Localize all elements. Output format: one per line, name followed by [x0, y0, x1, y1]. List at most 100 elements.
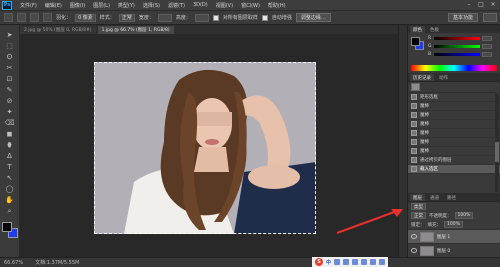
maximize-icon[interactable]: □ [477, 1, 485, 9]
zoom-tool-icon[interactable]: ⌕ [4, 207, 15, 216]
style-select[interactable]: 正常 [118, 13, 135, 22]
auto-enhance-checkbox[interactable] [261, 14, 268, 21]
lasso-tool-icon[interactable]: ʘ [4, 53, 15, 62]
history-item[interactable]: 魔棒 [408, 138, 500, 147]
height-input[interactable] [194, 13, 209, 22]
panel-foreground-swatch[interactable] [411, 37, 420, 46]
new-selection-icon[interactable] [17, 13, 26, 22]
green-slider[interactable] [434, 45, 480, 48]
red-slider[interactable] [434, 37, 480, 40]
menu-window[interactable]: 窗口(W) [241, 2, 260, 9]
tab-document-2[interactable]: 2.jpg @ 50% (图层 0, RGB/8#) [20, 26, 96, 34]
blend-mode-select[interactable]: 正常 [411, 212, 426, 219]
document-size[interactable]: 文档:1.37M/5.55M [35, 259, 79, 266]
blue-slider[interactable] [434, 53, 480, 56]
sample-all-checkbox[interactable] [212, 14, 219, 21]
layer-name: 图层 1 [437, 234, 451, 240]
eyedropper-tool-icon[interactable]: ⊡ [4, 75, 15, 84]
brush-tool-icon[interactable]: ✎ [4, 86, 15, 95]
hand-tool-icon[interactable]: ✋ [4, 196, 15, 205]
subtract-selection-icon[interactable] [43, 13, 52, 22]
menu-view[interactable]: 视图(V) [216, 2, 233, 9]
tab-history[interactable]: 历史记录 [410, 74, 434, 81]
menu-help[interactable]: 帮助(H) [268, 2, 286, 9]
color-spectrum-ramp[interactable] [411, 65, 497, 71]
width-input[interactable] [157, 13, 172, 22]
menu-layer[interactable]: 图层(L) [93, 2, 110, 9]
history-item[interactable]: 魔棒 [408, 111, 500, 120]
menu-file[interactable]: 文件(F) [20, 2, 37, 9]
history-item[interactable]: 魔棒 [408, 129, 500, 138]
history-item-active[interactable]: 载入选区 [408, 165, 500, 174]
healing-tool-icon[interactable]: ⊘ [4, 97, 15, 106]
history-scroll-thumb[interactable] [495, 142, 499, 162]
eye-icon[interactable] [411, 234, 417, 239]
feather-input[interactable]: 0 像素 [75, 13, 96, 22]
fill-input[interactable]: 100% [444, 221, 463, 228]
history-item[interactable]: 魔棒 [408, 120, 500, 129]
history-item[interactable]: 魔棒 [408, 102, 500, 111]
history-snapshot[interactable] [408, 82, 500, 93]
ime-language[interactable]: 中 [326, 259, 331, 266]
tab-document-1[interactable]: 1.jpg @ 66.7% (图层 1, RGB/8) [97, 26, 174, 34]
punctuation-icon[interactable] [334, 259, 341, 265]
eye-icon[interactable] [411, 248, 417, 253]
tab-layers[interactable]: 图层 [410, 194, 425, 201]
opacity-label: 不透明度： [429, 213, 452, 219]
status-bar: 66.67% 文档:1.37M/5.55M [0, 257, 500, 267]
tool-preset-icon[interactable] [4, 13, 13, 22]
tools-icon[interactable] [379, 259, 386, 265]
history-item[interactable]: 通过拷贝的图层 [408, 156, 500, 165]
layer-row[interactable]: 图层 0 [408, 243, 500, 257]
eraser-tool-icon[interactable]: ⌫ [4, 119, 15, 128]
skin-icon[interactable] [370, 259, 377, 265]
tab-paths[interactable]: 路径 [444, 194, 459, 201]
gradient-tool-icon[interactable]: ◼ [4, 130, 15, 139]
move-tool-icon[interactable]: ➤ [4, 31, 15, 40]
tab-channels[interactable]: 通道 [427, 194, 442, 201]
workspace-dropdown-button[interactable] [483, 13, 497, 22]
menu-edit[interactable]: 编辑(E) [45, 2, 62, 9]
workspace-select[interactable]: 基本功能 [447, 13, 478, 22]
menu-filter[interactable]: 滤镜(T) [168, 2, 185, 9]
opacity-input[interactable]: 100% [454, 212, 474, 219]
clone-stamp-tool-icon[interactable]: ✦ [4, 108, 15, 117]
path-selection-tool-icon[interactable]: ↖ [4, 174, 15, 183]
green-value-field[interactable] [482, 44, 492, 49]
marquee-tool-icon[interactable]: ⬚ [4, 42, 15, 51]
add-selection-icon[interactable] [30, 13, 39, 22]
shape-tool-icon[interactable]: ◯ [4, 185, 15, 194]
layer-thumbnail [420, 231, 434, 242]
crop-tool-icon[interactable]: ✂ [4, 64, 15, 73]
marquee-step-icon [411, 94, 417, 100]
minimize-icon[interactable]: – [465, 1, 473, 9]
layer-kind-filter[interactable]: 类型 [411, 203, 426, 210]
keyboard-icon[interactable] [361, 259, 368, 265]
pen-tool-icon[interactable]: ∆ [4, 152, 15, 161]
zoom-level[interactable]: 66.67% [4, 260, 23, 266]
type-tool-icon[interactable]: T [4, 163, 15, 172]
menu-type[interactable]: 类型(Y) [118, 2, 135, 9]
menu-image[interactable]: 图像(I) [70, 2, 85, 9]
layers-filter-row: 类型 [408, 202, 500, 211]
close-icon[interactable]: × [489, 1, 497, 9]
layer-row-active[interactable]: 图层 1 [408, 229, 500, 243]
layer-thumbnail [420, 245, 434, 256]
history-item[interactable]: 矩形选框 [408, 93, 500, 102]
auto-enhance-label: 自动增强 [271, 15, 292, 21]
tab-swatches[interactable]: 色板 [427, 26, 442, 33]
voice-icon[interactable] [352, 259, 359, 265]
tab-actions[interactable]: 动作 [436, 74, 451, 81]
magic-wand-step-icon [411, 139, 417, 145]
blue-value-field[interactable] [482, 52, 492, 57]
sogou-logo-icon[interactable]: S [315, 258, 323, 266]
history-item[interactable]: 魔棒 [408, 147, 500, 156]
menu-select[interactable]: 选择(S) [143, 2, 160, 9]
tab-color[interactable]: 颜色 [410, 26, 425, 33]
emoji-icon[interactable] [343, 259, 350, 265]
dodge-tool-icon[interactable]: ⬮ [4, 141, 15, 150]
menu-3d[interactable]: 3D(D) [193, 2, 208, 8]
red-value-field[interactable] [482, 36, 492, 41]
foreground-color-swatch[interactable] [1, 222, 12, 232]
refine-edge-button[interactable]: 调整边缘... [295, 13, 331, 22]
